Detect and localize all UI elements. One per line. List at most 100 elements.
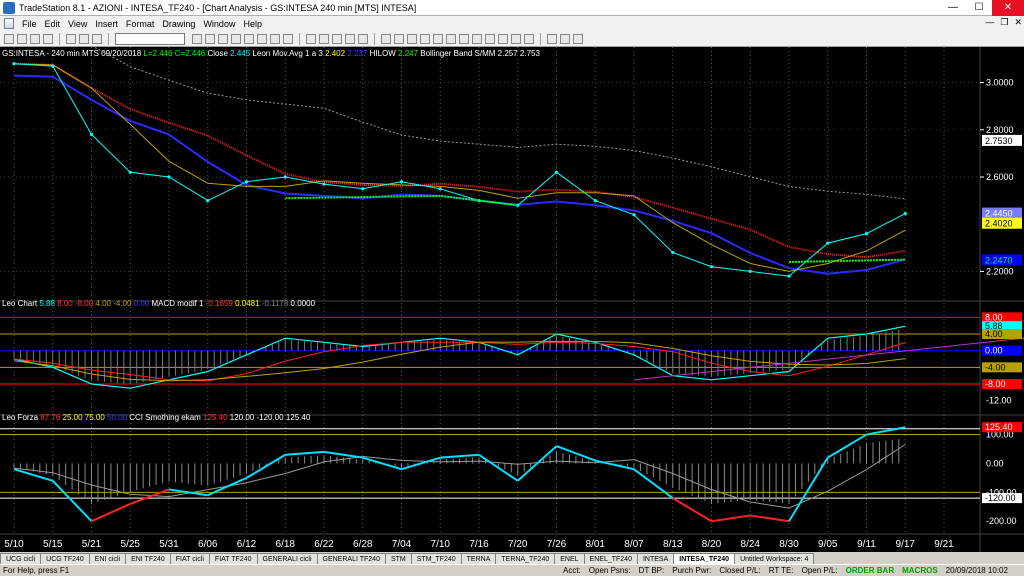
toolbar-indicator-icon[interactable] bbox=[283, 33, 293, 44]
workspace-tab[interactable]: INTESA bbox=[636, 553, 675, 564]
toolbar-candle-icon[interactable] bbox=[345, 33, 355, 44]
clock: 20/09/2018 10:02 bbox=[945, 566, 1008, 575]
workspace-tab[interactable]: GENERALI TF240 bbox=[316, 553, 386, 564]
cci-pane[interactable] bbox=[0, 426, 980, 523]
toolbar-rect-icon[interactable] bbox=[459, 33, 469, 44]
toolbar-speed-icon[interactable] bbox=[524, 33, 534, 44]
header-value: 4.00 bbox=[95, 299, 113, 308]
toolbar-paste-icon[interactable] bbox=[92, 33, 102, 44]
workspace-tab[interactable]: INTESA_TF240 bbox=[673, 553, 736, 564]
mdi-restore-icon[interactable]: ❐ bbox=[1000, 17, 1008, 28]
toolbar-new-icon[interactable] bbox=[4, 33, 14, 44]
document-icon[interactable] bbox=[4, 18, 14, 29]
toolbar-trendline-icon[interactable] bbox=[381, 33, 391, 44]
workspace-tab[interactable]: FIAT TF240 bbox=[208, 553, 258, 564]
workspace-tab[interactable]: GENERALI cicli bbox=[256, 553, 318, 564]
date-label: 8/13 bbox=[663, 539, 683, 550]
toolbar-chart-icon[interactable] bbox=[192, 33, 202, 44]
toolbar-text-icon[interactable] bbox=[433, 33, 443, 44]
macd-marker-label: -4.00 bbox=[985, 362, 1006, 372]
toolbar-news-icon[interactable] bbox=[231, 33, 241, 44]
toolbar-quote-icon[interactable] bbox=[205, 33, 215, 44]
menu-view[interactable]: View bbox=[64, 19, 91, 29]
toolbar-ellipse-icon[interactable] bbox=[472, 33, 482, 44]
date-label: 7/16 bbox=[469, 539, 489, 550]
close-button[interactable]: ✕ bbox=[992, 0, 1024, 16]
toolbar-pointer-icon[interactable] bbox=[547, 33, 557, 44]
price-pane[interactable] bbox=[12, 20, 907, 278]
menu-insert[interactable]: Insert bbox=[91, 19, 122, 29]
toolbar-bar-icon[interactable] bbox=[332, 33, 342, 44]
close-point bbox=[322, 182, 326, 186]
symbol-combo[interactable] bbox=[115, 32, 185, 45]
chart-area[interactable]: 3.0000 2.8000 2.6000 2.2000 2.7530 2.4450 2.40… bbox=[0, 20, 1024, 552]
workspace-tab[interactable]: ENEL bbox=[554, 553, 585, 564]
toolbar-vline-icon[interactable] bbox=[407, 33, 417, 44]
maximize-button[interactable]: ☐ bbox=[966, 0, 992, 16]
close-point bbox=[593, 199, 597, 203]
date-label: 8/20 bbox=[702, 539, 722, 550]
toolbar-open-icon[interactable] bbox=[17, 33, 27, 44]
header-value: GS:INTESA - 240 min MTS 09/20/2018 bbox=[2, 49, 143, 58]
header-value: -8.00 bbox=[75, 299, 95, 308]
workspace-tab[interactable]: STM bbox=[384, 553, 412, 564]
mdi-close-icon[interactable]: ✕ bbox=[1014, 17, 1022, 28]
cci-marker-label: 125.40 bbox=[985, 422, 1013, 432]
macd-cyan-line bbox=[13, 325, 906, 389]
workspace-tab[interactable]: ENI TF240 bbox=[125, 553, 171, 564]
order-bar-button[interactable]: ORDER BAR bbox=[846, 566, 894, 575]
toolbar-scanner-icon[interactable] bbox=[218, 33, 228, 44]
toolbar-zoom-out-icon[interactable] bbox=[319, 33, 329, 44]
toolbar-cut-icon[interactable] bbox=[66, 33, 76, 44]
header-value: Leo Forza bbox=[2, 413, 40, 422]
header-value: 0.00 bbox=[134, 299, 152, 308]
mdi-minimize-icon[interactable]: — bbox=[985, 17, 994, 28]
toolbar-save-icon[interactable] bbox=[30, 33, 40, 44]
workspace-tab[interactable]: FIAT cicli bbox=[169, 553, 210, 564]
workspace-tab[interactable]: ENI cicli bbox=[88, 553, 127, 564]
toolbar-delete-icon[interactable] bbox=[573, 33, 583, 44]
purch-pwr-label: Purch Pwr: bbox=[672, 566, 712, 575]
toolbar-order-icon[interactable] bbox=[244, 33, 254, 44]
workspace-tab[interactable]: TERNA bbox=[460, 553, 497, 564]
menu-help[interactable]: Help bbox=[239, 19, 266, 29]
menu-drawing[interactable]: Drawing bbox=[158, 19, 199, 29]
chart-svg[interactable]: 3.00002.80002.60002.20002.75302.44502.40… bbox=[0, 20, 1024, 552]
menu-edit[interactable]: Edit bbox=[41, 19, 65, 29]
header-value: 25.00 bbox=[63, 413, 85, 422]
close-point bbox=[51, 64, 55, 68]
toolbar-strategy-icon[interactable] bbox=[270, 33, 280, 44]
workspace-tab[interactable]: UCG TF240 bbox=[40, 553, 90, 564]
toolbar-zoom-in-icon[interactable] bbox=[306, 33, 316, 44]
toolbar-gann-icon[interactable] bbox=[498, 33, 508, 44]
price-marker-label: 2.7530 bbox=[985, 136, 1013, 146]
toolbar-hline-icon[interactable] bbox=[394, 33, 404, 44]
workspace-tab[interactable]: Untitled Workspace: 4 bbox=[734, 553, 815, 564]
toolbar-cycle-icon[interactable] bbox=[511, 33, 521, 44]
closed-pl-label: Closed P/L: bbox=[719, 566, 761, 575]
help-text: For Help, press F1 bbox=[3, 566, 70, 575]
toolbar-fib-icon[interactable] bbox=[420, 33, 430, 44]
workspace-tab[interactable]: ENEL_TF240 bbox=[583, 553, 638, 564]
workspace-tab[interactable]: STM_TF240 bbox=[410, 553, 462, 564]
macros-button[interactable]: MACROS bbox=[902, 566, 938, 575]
minimize-button[interactable]: — bbox=[940, 0, 966, 16]
menu-file[interactable]: File bbox=[18, 19, 41, 29]
toolbar-line-icon[interactable] bbox=[358, 33, 368, 44]
toolbar-matrix-icon[interactable] bbox=[257, 33, 267, 44]
cci-axis-label: -200.00 bbox=[986, 516, 1017, 526]
workspace-tab[interactable]: TERNA_TF240 bbox=[495, 553, 556, 564]
cci-line-segment bbox=[750, 514, 790, 523]
close-point bbox=[128, 170, 132, 174]
header-value: HILOW bbox=[370, 49, 398, 58]
toolbar-crosshair-icon[interactable] bbox=[560, 33, 570, 44]
header-value: L=2.446 bbox=[143, 49, 174, 58]
toolbar-arrow-icon[interactable] bbox=[446, 33, 456, 44]
toolbar-print-icon[interactable] bbox=[43, 33, 53, 44]
menu-format[interactable]: Format bbox=[122, 19, 159, 29]
workspace-tab[interactable]: UCG cicli bbox=[0, 553, 42, 564]
toolbar-channel-icon[interactable] bbox=[485, 33, 495, 44]
macd-pane[interactable] bbox=[0, 316, 1024, 389]
menu-window[interactable]: Window bbox=[199, 19, 239, 29]
toolbar-copy-icon[interactable] bbox=[79, 33, 89, 44]
